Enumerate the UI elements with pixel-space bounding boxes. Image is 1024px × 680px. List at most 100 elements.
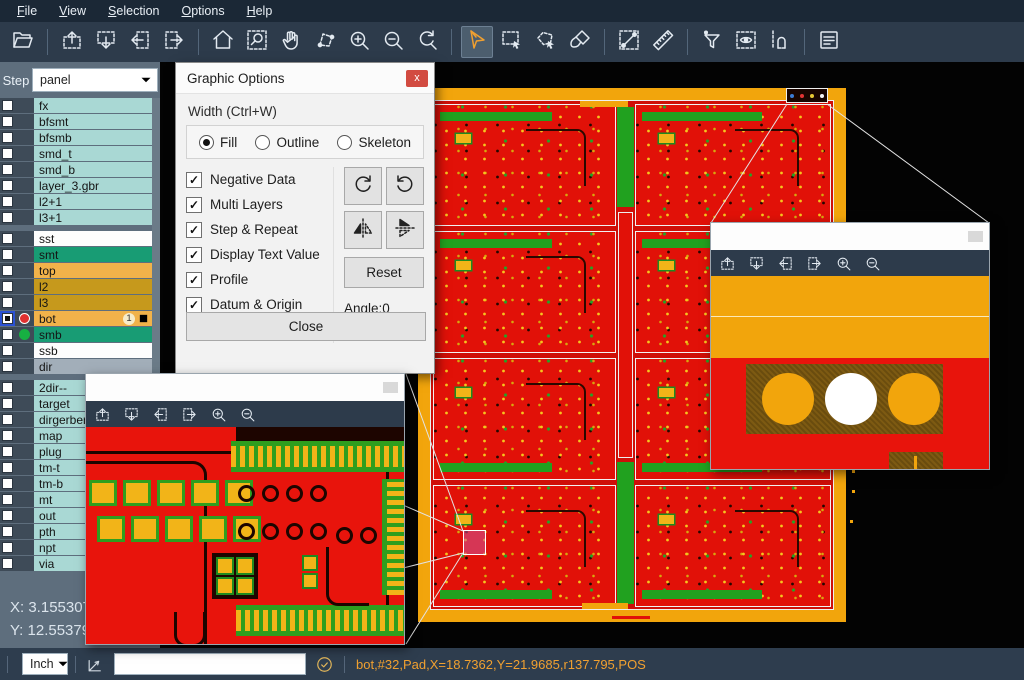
layer-name[interactable]: bfsmb [34,130,152,145]
layer-name[interactable]: bfsmt [34,114,152,129]
layer-name[interactable]: fx [34,98,152,113]
rotate-ccw-button[interactable] [386,167,424,205]
layer-name[interactable]: ssb [34,343,152,358]
checkbox-box[interactable]: ✓ [186,197,202,213]
layer-visibility-checkbox[interactable] [2,196,13,207]
unit-selector[interactable]: Inch [22,653,68,675]
pcb-board[interactable] [433,231,616,353]
menu-selection[interactable]: Selection [97,0,170,22]
radio-fill[interactable]: Fill [199,135,237,150]
menu-options[interactable]: Options [170,0,235,22]
move-left-button[interactable] [125,27,155,57]
layer-visibility-checkbox[interactable] [2,382,13,393]
layer-visibility-checkbox[interactable] [2,281,13,292]
dynamic-zoom-button[interactable] [310,27,340,57]
mirror-horizontal-button[interactable] [344,211,382,249]
pan-hand-button[interactable] [276,27,306,57]
magnifier-title-bar[interactable] [86,374,404,401]
zoom-in-button[interactable] [835,255,852,272]
layer-list-button[interactable] [814,27,844,57]
move-up-button[interactable] [57,27,87,57]
menu-file[interactable]: File [6,0,48,22]
checkbox-box[interactable]: ✓ [186,172,202,188]
measure-distance-button[interactable] [614,27,644,57]
zoom-out-button[interactable] [378,27,408,57]
layer-visibility-checkbox[interactable] [2,180,13,191]
view-options-button[interactable] [731,27,761,57]
checkbox-box[interactable]: ✓ [186,247,202,263]
menu-view[interactable]: View [48,0,97,22]
move-up-button[interactable] [719,255,736,272]
layer-name[interactable]: l3+1 [34,210,152,225]
radio-skeleton[interactable]: Skeleton [337,135,411,150]
layer-visibility-checkbox[interactable] [2,116,13,127]
menu-help[interactable]: Help [236,0,284,22]
window-menu-button[interactable] [383,382,398,393]
layer-visibility-checkbox[interactable] [2,510,13,521]
layer-visibility-checkbox[interactable] [2,526,13,537]
checkbox-step-repeat[interactable]: ✓Step & Repeat [186,217,333,242]
layer-name[interactable]: smt [34,247,152,262]
dialog-close-button[interactable]: x [406,70,428,87]
layer-visibility-checkbox[interactable] [2,462,13,473]
pcb-board[interactable] [433,358,616,480]
layer-visibility-checkbox[interactable] [2,345,13,356]
layer-name[interactable]: l2 [34,279,152,294]
pcb-board[interactable] [433,104,616,226]
layer-visibility-checkbox[interactable] [2,558,13,569]
filter-button[interactable] [697,27,727,57]
layer-name[interactable]: top [34,263,152,278]
reset-button[interactable]: Reset [344,257,424,288]
layer-visibility-checkbox[interactable] [2,542,13,553]
layer-visibility-checkbox[interactable] [2,494,13,505]
snap-button[interactable] [765,27,795,57]
layer-name[interactable]: l2+1 [34,194,152,209]
radio-outline[interactable]: Outline [255,135,319,150]
layer-name[interactable]: l3 [34,295,152,310]
layer-visibility-checkbox[interactable] [2,297,13,308]
close-button[interactable]: Close [186,312,426,341]
move-right-button[interactable] [181,406,198,423]
magnifier-title-bar[interactable] [711,223,989,250]
move-down-button[interactable] [123,406,140,423]
pcb-board[interactable] [433,485,616,607]
zoom-window-button[interactable] [242,27,272,57]
pcb-board[interactable] [635,485,831,607]
layer-name[interactable]: smd_t [34,146,152,161]
layer-visibility-checkbox[interactable] [2,100,13,111]
layer-visibility-checkbox[interactable] [2,233,13,244]
zoom-out-button[interactable] [239,406,256,423]
layer-visibility-checkbox[interactable] [2,249,13,260]
layer-visibility-checkbox[interactable] [2,398,13,409]
move-right-button[interactable] [159,27,189,57]
layer-visibility-checkbox[interactable] [2,446,13,457]
layer-visibility-checkbox[interactable] [2,265,13,276]
window-menu-button[interactable] [968,231,983,242]
move-down-button[interactable] [748,255,765,272]
zoom-in-button[interactable] [210,406,227,423]
mirror-vertical-button[interactable] [386,211,424,249]
layer-visibility-checkbox[interactable] [2,148,13,159]
checkbox-negative-data[interactable]: ✓Negative Data [186,167,333,192]
move-right-button[interactable] [806,255,823,272]
magnifier-view-pad-detail[interactable] [711,276,989,469]
home-button[interactable] [208,27,238,57]
move-down-button[interactable] [91,27,121,57]
refresh-icon[interactable] [315,655,334,674]
step-selector[interactable]: panel [32,68,158,92]
layer-name[interactable]: bot1 [34,311,152,326]
poly-select-button[interactable] [531,27,561,57]
layer-visibility-checkbox[interactable] [2,361,13,372]
zoom-out-button[interactable] [864,255,881,272]
move-left-button[interactable] [152,406,169,423]
grid-icon[interactable] [138,313,149,324]
clean-select-button[interactable] [565,27,595,57]
ruler-button[interactable] [648,27,678,57]
checkbox-box[interactable]: ✓ [186,297,202,313]
layer-name[interactable]: dir [34,359,152,374]
layer-name[interactable]: sst [34,231,152,246]
layer-visibility-checkbox[interactable] [2,132,13,143]
layer-visibility-checkbox[interactable] [2,430,13,441]
move-left-button[interactable] [777,255,794,272]
layer-visibility-checkbox[interactable] [2,164,13,175]
